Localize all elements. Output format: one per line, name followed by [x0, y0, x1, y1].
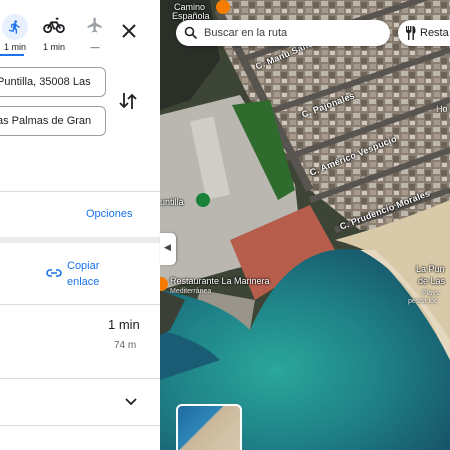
copy-link-line2: enlace	[67, 276, 100, 288]
mode-walk-time: 1 min	[3, 42, 26, 52]
satellite-map[interactable]: Camino Española C. Manu Sanc C. Pajonale…	[160, 0, 450, 450]
map-label-marinera: Restaurante La Marinera	[170, 276, 270, 286]
map-label-ho: Ho	[436, 104, 448, 114]
map-label-playa-2: de Las	[418, 276, 446, 286]
fork-knife-icon	[406, 26, 416, 40]
restaurant-pin-icon[interactable]	[216, 0, 230, 14]
active-mode-indicator	[0, 54, 24, 56]
chevron-down-icon	[125, 398, 137, 406]
map-label-playa-1: La Pun	[416, 264, 445, 274]
divider	[0, 378, 160, 379]
close-icon	[122, 24, 136, 38]
section-separator	[0, 237, 160, 243]
route-duration: 1 min	[108, 317, 140, 332]
mode-bike-time: 1 min	[42, 42, 65, 52]
restaurants-chip[interactable]: Resta	[398, 20, 450, 46]
layers-thumbnail[interactable]	[176, 404, 242, 450]
walk-icon	[2, 14, 28, 40]
bike-icon	[43, 16, 65, 39]
divider	[0, 191, 160, 192]
satellite-imagery	[160, 0, 450, 450]
map-label-puntilla: untilla	[160, 197, 184, 207]
copy-link-button[interactable]: Copiar enlace	[67, 258, 127, 290]
mode-bike[interactable]: 1 min	[39, 14, 69, 52]
options-link[interactable]: Opciones	[86, 208, 132, 220]
search-icon	[184, 26, 198, 40]
park-pin-icon[interactable]	[196, 193, 210, 207]
chevron-left-icon: ◀	[164, 242, 171, 252]
expand-button[interactable]	[124, 395, 138, 407]
close-button[interactable]	[119, 21, 139, 41]
divider	[0, 304, 160, 305]
destination-field[interactable]: as Palmas de Gran	[0, 106, 106, 136]
route-search-bar[interactable]: Buscar en la ruta	[176, 20, 390, 46]
map-label-marinera-type: Mediterránea	[170, 288, 212, 295]
mode-flight-time: —	[90, 42, 100, 52]
route-distance: 74 m	[114, 340, 137, 351]
mode-flight[interactable]: —	[80, 14, 110, 52]
airplane-icon	[86, 16, 104, 39]
divider	[0, 425, 160, 426]
swap-button[interactable]	[118, 90, 138, 112]
swap-icon	[119, 93, 137, 109]
map-label-playa-4: pesca loc	[408, 298, 438, 305]
mode-walk[interactable]: 1 min	[0, 14, 30, 52]
search-placeholder: Buscar en la ruta	[204, 27, 288, 39]
restaurants-chip-label: Resta	[420, 27, 449, 39]
link-icon[interactable]	[46, 266, 62, 280]
copy-link-line1: Copiar	[67, 260, 100, 272]
collapse-panel-button[interactable]: ◀	[160, 233, 176, 265]
origin-field[interactable]: Puntilla, 35008 Las	[0, 67, 106, 97]
directions-panel: 1 min 1 min — Puntilla, 35008 Las as Pal…	[0, 0, 160, 450]
map-label-playa-3: Plays	[422, 290, 440, 297]
